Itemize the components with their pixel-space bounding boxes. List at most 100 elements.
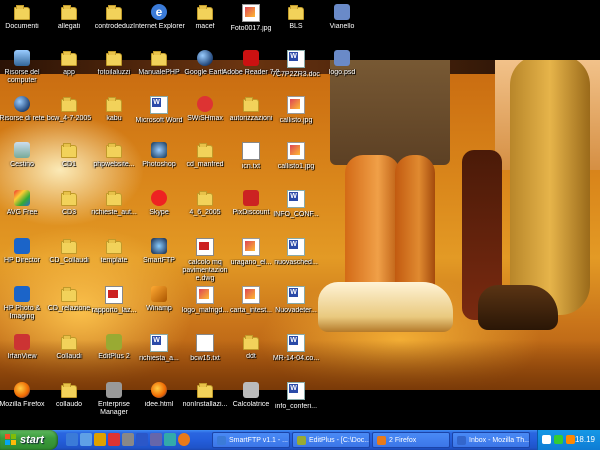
folder-icon — [61, 383, 77, 398]
taskbar-button-label: SmartFTP v1.1 - ... — [229, 437, 288, 444]
desktop-icon[interactable]: MR-14-04.co... — [266, 334, 326, 363]
desktop-icon[interactable]: Nuovadeter... — [266, 286, 326, 315]
quicklaunch-app-icon[interactable] — [136, 433, 148, 446]
folder-icon — [61, 5, 77, 20]
folder-icon — [243, 335, 259, 350]
clock: 18.19 — [574, 435, 595, 444]
network-icon — [14, 96, 30, 112]
folder-icon — [61, 143, 77, 158]
folder-icon — [288, 5, 304, 20]
desktop-icon-label: Vianello — [329, 23, 355, 30]
quicklaunch-app-icon[interactable] — [164, 433, 176, 446]
taskbar-button-label: EditPlus - [C:\Doc... — [309, 437, 370, 444]
hp-photo-icon — [14, 286, 30, 302]
desktop-icon-label: Nuovadeter... — [275, 307, 317, 314]
taskbar-button[interactable]: 2 Firefox — [372, 432, 450, 448]
documents-folder-icon — [14, 5, 30, 20]
folder-icon — [61, 335, 77, 350]
pdf-file-icon — [105, 286, 123, 304]
my-computer-icon — [14, 50, 30, 66]
folder-icon — [106, 191, 122, 206]
folder-icon — [197, 5, 213, 20]
folder-icon — [243, 97, 259, 112]
desktop-icon[interactable]: info_conferi... — [266, 382, 326, 411]
desktop-icon-label: logo.psd — [328, 69, 356, 76]
smartftp-icon — [217, 435, 226, 445]
quicklaunch-show-desktop-icon[interactable] — [80, 433, 92, 446]
quicklaunch-firefox-icon[interactable] — [178, 433, 190, 446]
wallpaper-jeans — [510, 60, 590, 315]
tray-icon[interactable] — [566, 435, 575, 444]
word-doc-icon — [287, 50, 305, 68]
desktop-icon-label: callisto.jpg — [279, 117, 313, 124]
windows-flag-icon — [5, 434, 17, 446]
calculator-icon — [243, 382, 259, 398]
tray-icon[interactable] — [542, 435, 551, 444]
image-file-icon — [242, 286, 260, 304]
quicklaunch-ie-icon[interactable] — [66, 433, 78, 446]
firefox-icon — [377, 435, 386, 445]
taskbar-button[interactable]: SmartFTP v1.1 - ... — [212, 432, 290, 448]
enterprise-manager-icon — [106, 382, 122, 398]
taskbar-button[interactable]: EditPlus - [C:\Doc... — [292, 432, 370, 448]
word-doc-icon — [287, 238, 305, 256]
taskbar: start SmartFTP v1.1 - ... EditPlus - [C:\… — [0, 430, 600, 450]
folder-icon — [61, 239, 77, 254]
thunderbird-icon — [457, 435, 466, 445]
taskbar-button[interactable]: Inbox - Mozilla Th... — [452, 432, 530, 448]
folder-icon — [106, 5, 122, 20]
desktop-icon[interactable]: logo.psd — [312, 50, 372, 77]
winamp-icon — [151, 286, 167, 302]
wallpaper-shoe — [478, 285, 558, 330]
app-icon — [334, 50, 350, 66]
quicklaunch-app-icon[interactable] — [150, 433, 162, 446]
taskbar-button-label: 2 Firefox — [389, 437, 417, 444]
taskbar-button-label: Inbox - Mozilla Th... — [469, 437, 530, 444]
image-file-icon — [242, 238, 260, 256]
folder-icon — [151, 51, 167, 66]
word-doc-icon — [287, 286, 305, 304]
adobe-reader-icon — [243, 50, 259, 66]
folder-icon — [106, 51, 122, 66]
desktop-icon[interactable]: INFO_CONF... — [266, 190, 326, 219]
desktop-icon-label: nuovasched... — [274, 259, 318, 266]
photoshop-icon — [151, 142, 167, 158]
desktop-icon[interactable]: callisto1.jpg — [266, 142, 326, 171]
word-app-icon — [150, 96, 168, 114]
swishmax-icon — [197, 96, 213, 112]
folder-icon — [197, 143, 213, 158]
dwg-file-icon — [196, 238, 214, 256]
text-file-icon — [196, 334, 214, 352]
tray-icon[interactable] — [554, 435, 563, 444]
desktop-icon[interactable]: nuovasched... — [266, 238, 326, 267]
recycle-bin-icon — [14, 142, 30, 158]
folder-icon — [61, 51, 77, 66]
desktop-icon-label: callisto1.jpg — [277, 163, 315, 170]
desktop-icon-label: info_conferi... — [274, 403, 318, 410]
editplus-icon — [297, 435, 306, 445]
avg-icon — [14, 190, 30, 206]
folder-icon — [106, 143, 122, 158]
image-file-icon — [196, 286, 214, 304]
skype-icon — [151, 190, 167, 206]
google-earth-icon — [197, 50, 213, 66]
desktop-icon-label: INFO_CONF... — [273, 211, 319, 218]
folder-icon — [106, 97, 122, 112]
desktop-icon[interactable]: callisto.jpg — [266, 96, 326, 125]
image-file-icon — [287, 142, 305, 160]
editplus-icon — [106, 334, 122, 350]
desktop-icon[interactable]: Vianello — [312, 4, 372, 31]
wallpaper-shoe — [318, 282, 453, 332]
image-file-icon — [287, 96, 305, 114]
irfanview-icon — [14, 334, 30, 350]
system-tray: 18.19 — [537, 430, 600, 450]
quicklaunch-app-icon[interactable] — [122, 433, 134, 446]
firefox-icon — [151, 382, 167, 398]
word-doc-icon — [150, 334, 168, 352]
firefox-icon — [14, 382, 30, 398]
quicklaunch-folder-icon[interactable] — [94, 433, 106, 446]
start-button[interactable]: start — [0, 430, 58, 450]
smartftp-icon — [151, 238, 167, 254]
hp-director-icon — [14, 238, 30, 254]
quicklaunch-app-icon[interactable] — [108, 433, 120, 446]
